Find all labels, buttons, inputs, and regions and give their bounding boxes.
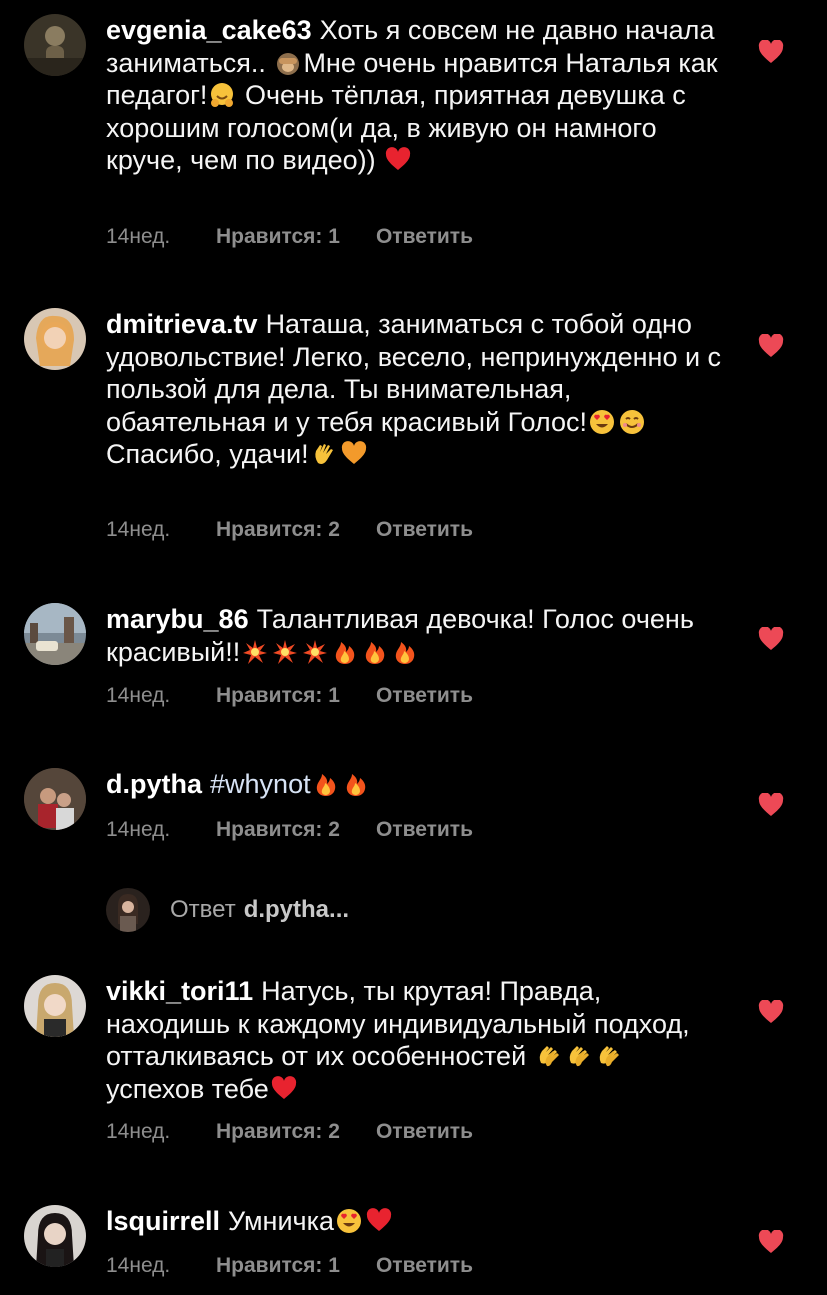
avatar[interactable] [24,603,86,665]
reply-button[interactable]: Ответить [376,684,473,708]
avatar[interactable] [24,975,86,1037]
comment-text: vikki_tori11 Натусь, ты крутая! Правда, н… [106,976,690,1104]
comment-likes[interactable]: Нравится: 2 [216,518,340,542]
comment-username[interactable]: vikki_tori11 [106,976,253,1006]
comment-username[interactable]: d.pytha [106,769,202,799]
comment-username[interactable]: lsquirrell [106,1206,220,1236]
clapping-hands-emoji [536,1043,562,1069]
like-heart-icon[interactable] [758,1000,784,1024]
reply-button[interactable]: Ответить [376,1254,473,1278]
smiling-face-emoji [619,409,645,435]
comment-username[interactable]: evgenia_cake63 [106,15,312,45]
clapping-hands-emoji [596,1043,622,1069]
like-heart-icon[interactable] [758,627,784,651]
comment-text: evgenia_cake63 Хоть я совсем не давно нач… [106,15,718,175]
view-replies-button[interactable]: Ответ d.pytha... [106,885,349,935]
avatar[interactable] [24,1205,86,1267]
reply-label: Ответ [170,896,236,923]
comment-meta: 14нед. Нравится: 1 Ответить [106,225,473,249]
comment-time: 14нед. [106,1120,171,1143]
fire-emoji [332,639,358,665]
reply-button[interactable]: Ответить [376,225,473,249]
like-heart-icon[interactable] [758,334,784,358]
reply-button[interactable]: Ответить [376,1120,473,1144]
reply-button[interactable]: Ответить [376,518,473,542]
comment-likes[interactable]: Нравится: 1 [216,684,340,708]
comment-text: dmitrieva.tv Наташа, заниматься с тобой о… [106,309,722,469]
collision-emoji [242,639,268,665]
waving-hand-emoji [311,441,337,467]
avatar [106,888,150,932]
fire-emoji [343,771,369,797]
avatar[interactable] [24,768,86,830]
like-heart-icon[interactable] [758,1230,784,1254]
collision-emoji [302,639,328,665]
reply-username: d.pytha... [243,896,350,923]
red-heart-emoji [385,147,411,173]
comment-likes[interactable]: Нравится: 1 [216,1254,340,1278]
hashtag-link[interactable]: #whynot [210,769,311,799]
comment-time: 14нед. [106,818,171,841]
comment-meta: 14нед. Нравится: 2 Ответить [106,818,473,842]
avatar[interactable] [24,14,86,76]
comment-username[interactable]: marybu_86 [106,604,249,634]
comment-meta: 14нед. Нравится: 2 Ответить [106,1120,473,1144]
comment-meta: 14нед. Нравится: 1 Ответить [106,1254,473,1278]
heart-eyes-emoji [336,1208,362,1234]
red-heart-emoji [366,1208,392,1234]
comment-likes[interactable]: Нравится: 2 [216,818,340,842]
red-heart-emoji [271,1075,297,1102]
fire-emoji [392,639,418,665]
reply-button[interactable]: Ответить [376,818,473,842]
hugging-face-emoji [209,82,235,108]
see-no-evil-monkey-emoji [275,50,301,76]
comment-username[interactable]: dmitrieva.tv [106,309,258,339]
orange-heart-emoji [341,441,367,467]
comment-likes[interactable]: Нравится: 2 [216,1120,340,1144]
avatar[interactable] [24,308,86,370]
clapping-hands-emoji [566,1043,592,1069]
comment-meta: 14нед. Нравится: 2 Ответить [106,518,473,542]
comment-likes[interactable]: Нравится: 1 [216,225,340,249]
like-heart-icon[interactable] [758,40,784,64]
fire-emoji [313,771,339,797]
comment-time: 14нед. [106,1254,171,1277]
comment-time: 14нед. [106,225,171,248]
fire-emoji [362,639,388,665]
comment-time: 14нед. [106,684,171,707]
comment-meta: 14нед. Нравится: 1 Ответить [106,684,473,708]
comment-text: lsquirrell Умничка [106,1205,726,1238]
collision-emoji [272,639,298,665]
comment-time: 14нед. [106,518,171,541]
like-heart-icon[interactable] [758,793,784,817]
comment-text: d.pytha #whynot [106,768,726,801]
heart-eyes-emoji [589,409,615,435]
comment-text: marybu_86 Талантливая девочка! Голос очен… [106,604,694,667]
